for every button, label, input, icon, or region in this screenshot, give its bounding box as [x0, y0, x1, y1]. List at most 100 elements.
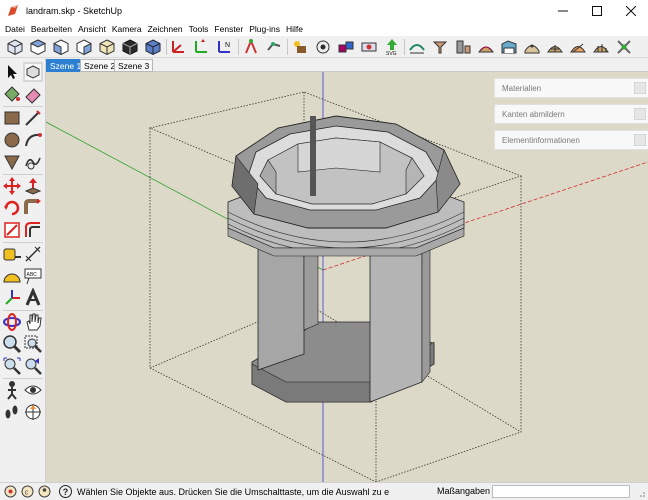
paint-bucket-icon[interactable]	[2, 84, 22, 104]
move-tool-icon[interactable]	[2, 176, 22, 196]
tape-measure-icon[interactable]	[2, 244, 22, 264]
maximize-icon	[592, 6, 602, 16]
previous-view-icon[interactable]	[23, 356, 43, 376]
sandbox-flip-edge-icon[interactable]	[569, 38, 587, 56]
svg-text:SVG: SVG	[386, 51, 397, 56]
axes-green-icon[interactable]	[193, 38, 211, 56]
tool-palette: ABC	[0, 58, 46, 482]
line-tool-icon[interactable]	[23, 108, 43, 128]
sandbox-drape-icon[interactable]	[500, 38, 518, 56]
materials-icon[interactable]	[360, 38, 378, 56]
shaded-style-icon[interactable]	[144, 38, 162, 56]
resize-grip-icon[interactable]	[638, 490, 646, 498]
sandbox-scratch-icon[interactable]	[431, 38, 449, 56]
sandbox-add-detail-icon[interactable]	[546, 38, 564, 56]
pan-hand-icon[interactable]	[23, 312, 43, 332]
look-around-eye-icon[interactable]	[23, 380, 43, 400]
follow-me-tool-icon[interactable]	[23, 198, 43, 218]
upper-rim[interactable]	[231, 115, 461, 229]
main-toolbar: N SVG	[0, 36, 648, 58]
xray-style-icon[interactable]	[121, 38, 139, 56]
axes-north-icon[interactable]: N	[216, 38, 234, 56]
close-icon	[626, 6, 636, 16]
menu-tools[interactable]: Tools	[186, 22, 212, 36]
select-arrow-icon[interactable]	[2, 62, 22, 82]
help-icon[interactable]: ?	[59, 485, 72, 498]
minimize-icon	[558, 10, 568, 12]
tray-title-materials: Materialien	[502, 83, 542, 93]
polygon-tool-icon[interactable]	[2, 152, 22, 172]
orbit-tool-icon[interactable]	[2, 312, 22, 332]
modeling-viewport[interactable]: Materialien Kanten abmildern Elementinfo…	[46, 72, 648, 482]
export-svg-icon[interactable]: SVG	[383, 38, 401, 56]
arc-tool-icon[interactable]	[23, 130, 43, 150]
menu-plugins[interactable]: Plug-ins	[246, 22, 283, 36]
make-component-icon[interactable]	[23, 62, 43, 82]
sandbox-contours-icon[interactable]	[408, 38, 426, 56]
position-camera-icon[interactable]	[265, 38, 283, 56]
section-plane-icon[interactable]	[23, 402, 43, 422]
measurements-label: Maßangaben	[437, 486, 491, 496]
zoom-extents-icon[interactable]	[2, 356, 22, 376]
credits-icon[interactable]: c	[21, 485, 34, 498]
menu-kamera[interactable]: Kamera	[109, 22, 145, 36]
axes-tool-icon[interactable]	[2, 288, 22, 308]
top-view-icon[interactable]	[29, 38, 47, 56]
menu-zeichnen[interactable]: Zeichnen	[145, 22, 186, 36]
tray-panel-materials[interactable]: Materialien	[494, 78, 648, 98]
text-tool-icon[interactable]: ABC	[23, 266, 43, 286]
svg-text:c: c	[25, 490, 29, 497]
freehand-tool-icon[interactable]	[23, 152, 43, 172]
maximize-button[interactable]	[580, 0, 614, 22]
push-pull-icon[interactable]	[23, 176, 43, 196]
sandbox-smoove-icon[interactable]	[454, 38, 472, 56]
rotate-tool-icon[interactable]	[2, 198, 22, 218]
tray-panel-soften-edges[interactable]: Kanten abmildern	[494, 104, 648, 124]
menu-ansicht[interactable]: Ansicht	[75, 22, 109, 36]
svg-text:ABC: ABC	[27, 272, 38, 278]
photo-texture-icon[interactable]	[291, 38, 309, 56]
components-icon[interactable]	[337, 38, 355, 56]
iso-view-icon[interactable]	[6, 38, 24, 56]
menu-fenster[interactable]: Fenster	[211, 22, 246, 36]
axes-red-icon[interactable]	[170, 38, 188, 56]
right-view-icon[interactable]	[75, 38, 93, 56]
menu-bearbeiten[interactable]: Bearbeiten	[28, 22, 75, 36]
sandbox-stamp-icon[interactable]	[477, 38, 495, 56]
dimension-tool-icon[interactable]	[23, 244, 43, 264]
tray-expand-toggle[interactable]	[634, 134, 646, 146]
measurements-input[interactable]	[492, 485, 630, 498]
tray-title-entity-info: Elementinformationen	[502, 135, 580, 145]
close-button[interactable]	[614, 0, 648, 22]
position-camera-tool-icon[interactable]	[2, 380, 22, 400]
tab-scene-3[interactable]: Szene 3	[114, 59, 154, 72]
eraser-icon[interactable]	[23, 84, 43, 104]
sandbox-grid-icon[interactable]	[592, 38, 610, 56]
offset-tool-icon[interactable]	[23, 220, 43, 240]
svg-text:N: N	[225, 42, 230, 49]
scale-tool-icon[interactable]	[2, 220, 22, 240]
menu-hilfe[interactable]: Hilfe	[283, 22, 306, 36]
title-bar: landram.skp - SketchUp	[0, 0, 648, 22]
zoom-window-icon[interactable]	[23, 334, 43, 354]
zoom-icon[interactable]	[2, 334, 22, 354]
scene-tabs: Szene 1 Szene 2 Szene 3	[46, 58, 648, 72]
tray-expand-toggle[interactable]	[634, 82, 646, 94]
geo-location-icon[interactable]	[4, 485, 17, 498]
sandbox-tools-icon[interactable]	[615, 38, 633, 56]
3d-text-icon[interactable]	[23, 288, 43, 308]
menu-datei[interactable]: Datei	[2, 22, 28, 36]
sandbox-detail-icon[interactable]	[523, 38, 541, 56]
follow-me-icon[interactable]	[242, 38, 260, 56]
user-account-icon[interactable]	[38, 485, 51, 498]
tray-panel-entity-info[interactable]: Elementinformationen	[494, 130, 648, 150]
back-view-icon[interactable]	[98, 38, 116, 56]
minimize-button[interactable]	[546, 0, 580, 22]
front-view-icon[interactable]	[52, 38, 70, 56]
eye-texture-icon[interactable]	[314, 38, 332, 56]
tray-expand-toggle[interactable]	[634, 108, 646, 120]
rectangle-tool-icon[interactable]	[2, 108, 22, 128]
circle-tool-icon[interactable]	[2, 130, 22, 150]
walk-footprints-icon[interactable]	[2, 402, 22, 422]
protractor-icon[interactable]	[2, 266, 22, 286]
